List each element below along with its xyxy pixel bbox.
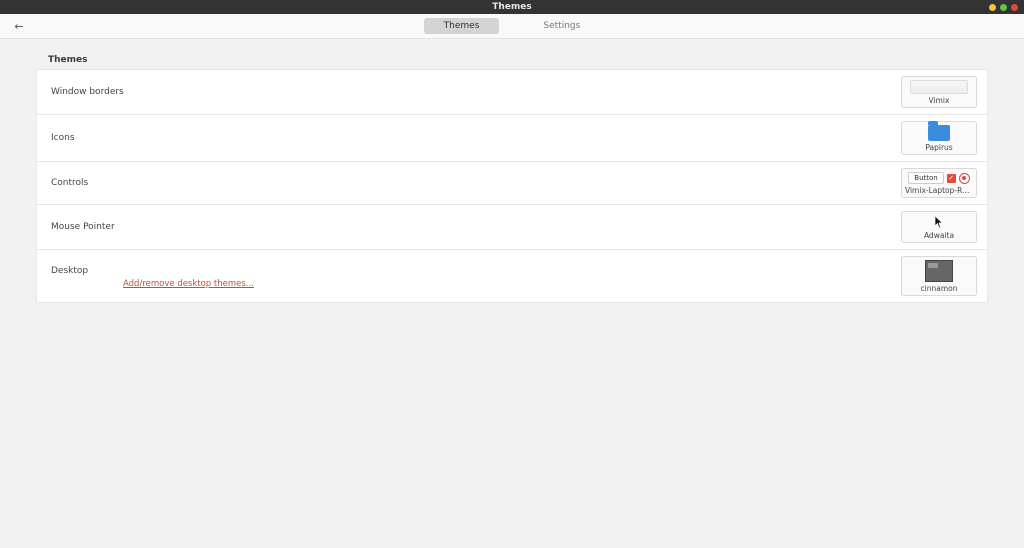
- page-content: Themes Window borders Vimix Icons Papiru…: [0, 39, 1024, 313]
- cursor-icon: [934, 215, 944, 229]
- theme-window-borders-value: Vimix: [929, 96, 950, 105]
- row-mouse-pointer: Mouse Pointer Adwaita: [36, 205, 988, 250]
- row-window-borders: Window borders Vimix: [36, 69, 988, 115]
- radio-icon: [959, 173, 970, 184]
- section-heading: Themes: [48, 55, 988, 65]
- controls-preview-icon: Button ✓: [908, 172, 969, 184]
- theme-desktop-value: cinnamon: [921, 284, 958, 293]
- window-title: Themes: [492, 2, 532, 12]
- theme-mouse-pointer-value: Adwaita: [924, 231, 954, 240]
- row-desktop-label: Desktop: [51, 266, 88, 276]
- desktop-preview-icon: [925, 260, 953, 282]
- row-window-borders-label: Window borders: [51, 87, 124, 97]
- back-button[interactable]: ←: [10, 18, 28, 34]
- window-controls: [989, 0, 1018, 14]
- add-remove-desktop-themes-link[interactable]: Add/remove desktop themes...: [123, 279, 254, 289]
- row-desktop: Desktop Add/remove desktop themes... cin…: [36, 250, 988, 303]
- tab-settings-label: Settings: [543, 21, 580, 31]
- window-titlebar: Themes: [0, 0, 1024, 14]
- row-icons: Icons Papirus: [36, 115, 988, 162]
- tabbar: Themes Settings: [424, 18, 601, 34]
- tab-settings[interactable]: Settings: [523, 18, 600, 34]
- tab-themes[interactable]: Themes: [424, 18, 500, 34]
- row-icons-label: Icons: [51, 133, 75, 143]
- theme-controls-button[interactable]: Button ✓ Vimix-Laptop-Ruby: [901, 168, 977, 198]
- row-controls: Controls Button ✓ Vimix-Laptop-Ruby: [36, 162, 988, 205]
- checkbox-icon: ✓: [947, 174, 956, 183]
- maximize-button[interactable]: [1000, 4, 1007, 11]
- close-button[interactable]: [1011, 4, 1018, 11]
- theme-desktop-button[interactable]: cinnamon: [901, 256, 977, 296]
- window-border-preview-icon: [910, 80, 968, 94]
- row-mouse-pointer-label: Mouse Pointer: [51, 222, 115, 232]
- arrow-left-icon: ←: [14, 20, 23, 33]
- toolbar: ← Themes Settings: [0, 14, 1024, 39]
- theme-window-borders-button[interactable]: Vimix: [901, 76, 977, 108]
- row-desktop-left: Desktop Add/remove desktop themes...: [51, 263, 254, 289]
- theme-mouse-pointer-button[interactable]: Adwaita: [901, 211, 977, 243]
- minimize-button[interactable]: [989, 4, 996, 11]
- controls-preview-button-label: Button: [908, 172, 943, 184]
- theme-icons-value: Papirus: [925, 143, 952, 152]
- theme-list: Window borders Vimix Icons Papirus Contr…: [36, 69, 988, 303]
- theme-icons-button[interactable]: Papirus: [901, 121, 977, 155]
- row-controls-label: Controls: [51, 178, 88, 188]
- tab-themes-label: Themes: [444, 21, 480, 31]
- folder-icon: [928, 125, 950, 141]
- theme-controls-value: Vimix-Laptop-Ruby: [905, 186, 973, 195]
